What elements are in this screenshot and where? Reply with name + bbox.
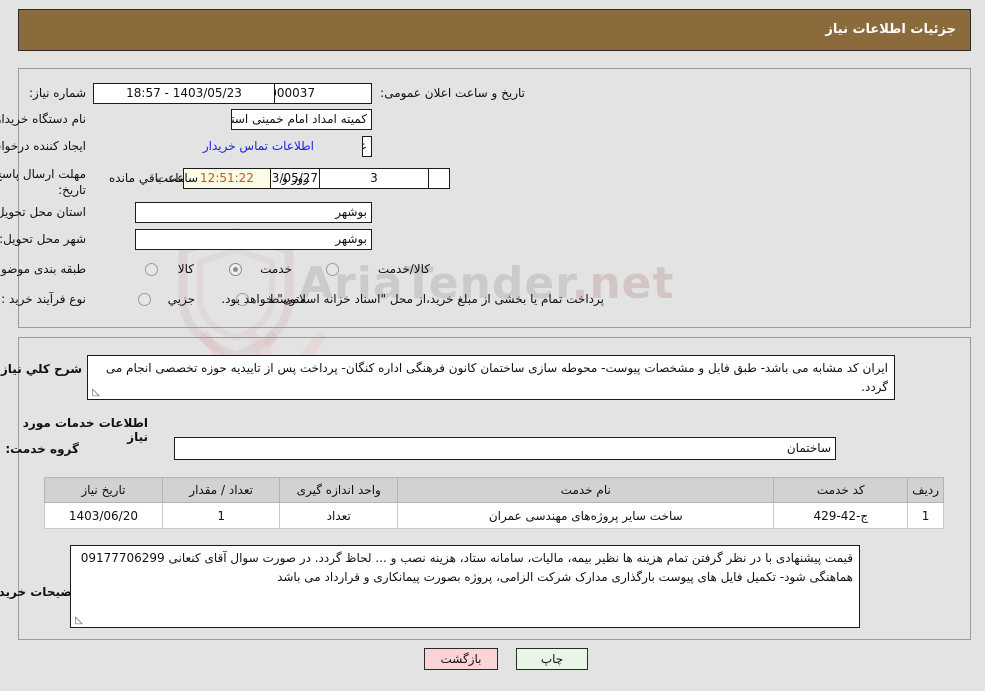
- radio-category-kala-khedmat[interactable]: [327, 263, 340, 276]
- announce-datetime-value: 1403/05/23 - 18:57: [94, 83, 276, 104]
- table-row: 1 ج-42-429 ساخت سایر پروژه‌های مهندسی عم…: [45, 502, 945, 529]
- process-type-label: نوع فرآیند خرید :: [2, 292, 87, 306]
- city-label: شهر محل تحویل:: [0, 232, 87, 246]
- description-textarea[interactable]: ایران کد مشابه می باشد- طبق فایل و مشخصا…: [88, 355, 896, 400]
- deadline-label-line1: مهلت ارسال پاسخ: تا: [0, 167, 87, 181]
- th-unit: واحد اندازه گیری: [280, 477, 400, 503]
- requester-label: ایجاد کننده درخواست:: [0, 139, 87, 153]
- resize-grip-icon[interactable]: ◺: [91, 388, 101, 398]
- category-label: طبقه بندی موضوعی:: [0, 262, 87, 276]
- back-button[interactable]: بازگشت: [425, 648, 499, 670]
- table-header-row: ردیف کد خدمت نام خدمت واحد اندازه گیری ت…: [45, 477, 945, 503]
- th-need-date: تاریخ نیاز: [45, 477, 164, 503]
- th-quantity: تعداد / مقدار: [162, 477, 282, 503]
- cell-quantity: 1: [162, 502, 282, 529]
- description-text: ایران کد مشابه می باشد- طبق فایل و مشخصا…: [106, 361, 889, 394]
- cell-row-no: 1: [908, 502, 945, 529]
- deadline-label-line2: تاریخ:: [59, 183, 87, 197]
- service-group-value: ساختمان: [175, 437, 837, 460]
- days-and-label: روز و: [283, 171, 310, 185]
- buyer-org-label: نام دستگاه خریدار:: [0, 112, 87, 126]
- need-info-panel: [19, 68, 972, 328]
- cell-service-name: ساخت سایر پروژه‌های مهندسی عمران: [398, 502, 776, 529]
- need-number-label: شماره نیاز:: [30, 86, 87, 100]
- page-header-bar: جزئیات اطلاعات نیاز: [19, 9, 972, 51]
- days-remaining-value: 3: [320, 168, 430, 189]
- buyer-notes-textarea[interactable]: قیمت پیشنهادی با در نظر گرفتن تمام هزینه…: [71, 545, 861, 628]
- print-button[interactable]: چاپ: [517, 648, 589, 670]
- buyer-contact-link[interactable]: اطلاعات تماس خریدار: [199, 139, 315, 153]
- announce-datetime-label: تاریخ و ساعت اعلان عمومی:: [381, 86, 526, 100]
- requester-value: علی جاویدفر کاربرداز کمیته امداد امام خم…: [363, 136, 373, 157]
- page-title: جزئیات اطلاعات نیاز: [826, 22, 957, 37]
- cell-need-date: 1403/06/20: [45, 502, 164, 529]
- service-group-label: گروه خدمت:: [6, 442, 80, 456]
- province-label: استان محل تحویل:: [0, 205, 87, 219]
- city-value: بوشهر: [136, 229, 373, 250]
- resize-grip-icon-notes[interactable]: ◺: [74, 616, 84, 626]
- description-label: شرح كلي نياز:: [0, 362, 83, 376]
- th-service-name: نام خدمت: [398, 477, 776, 503]
- services-section-title: اطلاعات خدمات مورد نیاز: [23, 416, 149, 444]
- radio-category-kala[interactable]: [146, 263, 159, 276]
- timer-suffix-label: ساعت باقي مانده: [110, 171, 200, 185]
- buyer-org-value: کمیته امداد امام خمینی استان بوشهر: [232, 109, 373, 130]
- process-type-note: پرداخت تمام یا بخشی از مبلغ خرید،از محل …: [222, 292, 605, 306]
- province-value: بوشهر: [136, 202, 373, 223]
- radio-category-kala-label: کالا: [178, 262, 195, 276]
- buyer-notes-text: قیمت پیشنهادی با در نظر گرفتن تمام هزینه…: [81, 551, 854, 584]
- th-service-code: کد خدمت: [774, 477, 910, 503]
- radio-category-khedmat-label: خدمت: [261, 262, 293, 276]
- services-table: ردیف کد خدمت نام خدمت واحد اندازه گیری ت…: [45, 477, 945, 529]
- radio-category-kala-khedmat-label: کالا/خدمت: [378, 262, 431, 276]
- page-root: AriaTender.net · · · · · · · · · · · · ·…: [0, 0, 985, 691]
- cell-unit: تعداد: [280, 502, 400, 529]
- th-row-no: ردیف: [908, 477, 945, 503]
- radio-process-jozi-label: جزیي: [168, 292, 196, 306]
- cell-service-code: ج-42-429: [774, 502, 910, 529]
- radio-category-khedmat[interactable]: [230, 263, 243, 276]
- radio-process-jozi[interactable]: [139, 293, 152, 306]
